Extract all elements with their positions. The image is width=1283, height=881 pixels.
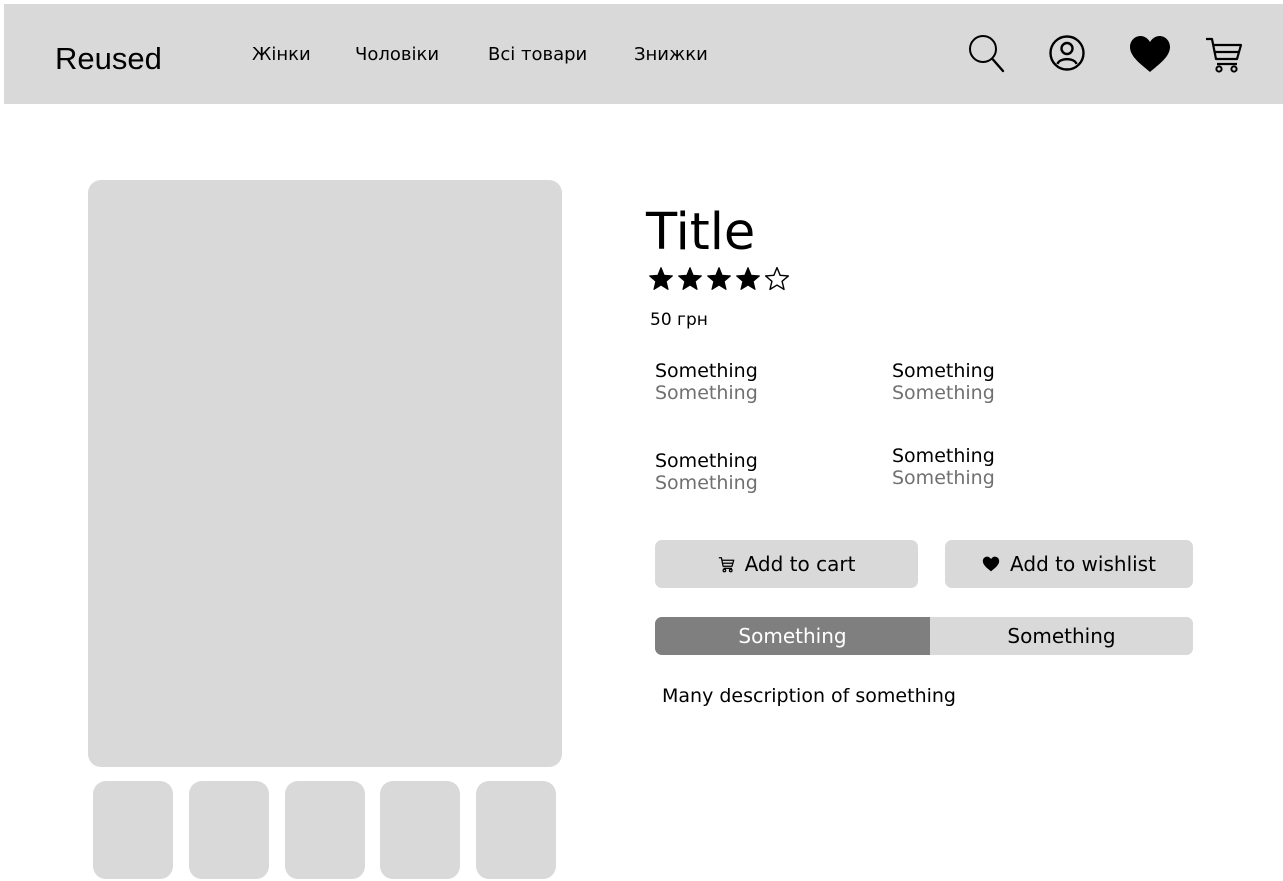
thumbnail-1[interactable] [93,781,173,879]
product-attribute-3: Something Something [655,450,758,495]
attribute-label: Something [892,360,995,382]
thumbnail-3[interactable] [284,781,365,879]
product-description: Many description of something [662,685,956,707]
star-filled-icon [678,267,702,290]
product-attribute-2: Something Something [892,360,995,405]
user-icon[interactable] [1048,34,1086,76]
product-main-image [88,180,562,767]
star-empty-icon [764,266,790,291]
attribute-value: Something [655,472,758,494]
nav-link-all-products[interactable]: Всі товари [488,44,587,66]
heart-icon[interactable] [1128,35,1172,77]
attribute-label: Something [655,360,758,382]
thumbnail-strip [93,781,556,879]
attribute-label: Something [655,450,758,472]
nav-link-women[interactable]: Жінки [252,44,311,66]
product-title: Title [646,203,756,262]
top-navigation-bar: Reused Жінки Чоловіки Всі товари Знижки [4,4,1283,104]
add-to-wishlist-label: Add to wishlist [1010,552,1156,576]
thumbnail-2[interactable] [188,781,269,879]
star-filled-icon [736,267,760,290]
product-price: 50 грн [650,310,708,330]
cart-icon [718,556,735,573]
attribute-value: Something [655,382,758,404]
product-attribute-1: Something Something [655,360,758,405]
search-icon[interactable] [967,32,1005,78]
logo[interactable]: Reused [55,41,162,77]
heart-icon [982,556,1000,572]
add-to-cart-button[interactable]: Add to cart [655,540,918,588]
star-filled-icon [649,267,673,290]
rating-stars [648,266,790,294]
nav-link-discounts[interactable]: Знижки [634,44,708,66]
cart-icon[interactable] [1204,35,1244,79]
star-filled-icon [707,267,731,290]
thumbnail-5[interactable] [476,781,556,879]
tab-1[interactable]: Something [655,617,930,655]
add-to-wishlist-button[interactable]: Add to wishlist [945,540,1193,588]
tab-2[interactable]: Something [930,617,1193,655]
attribute-value: Something [892,382,995,404]
nav-link-men[interactable]: Чоловіки [355,44,439,66]
product-attribute-4: Something Something [892,445,995,490]
add-to-cart-label: Add to cart [744,552,856,576]
thumbnail-4[interactable] [380,781,461,879]
attribute-value: Something [892,467,995,489]
attribute-label: Something [892,445,995,467]
product-info-tabs: Something Something [655,617,1193,655]
